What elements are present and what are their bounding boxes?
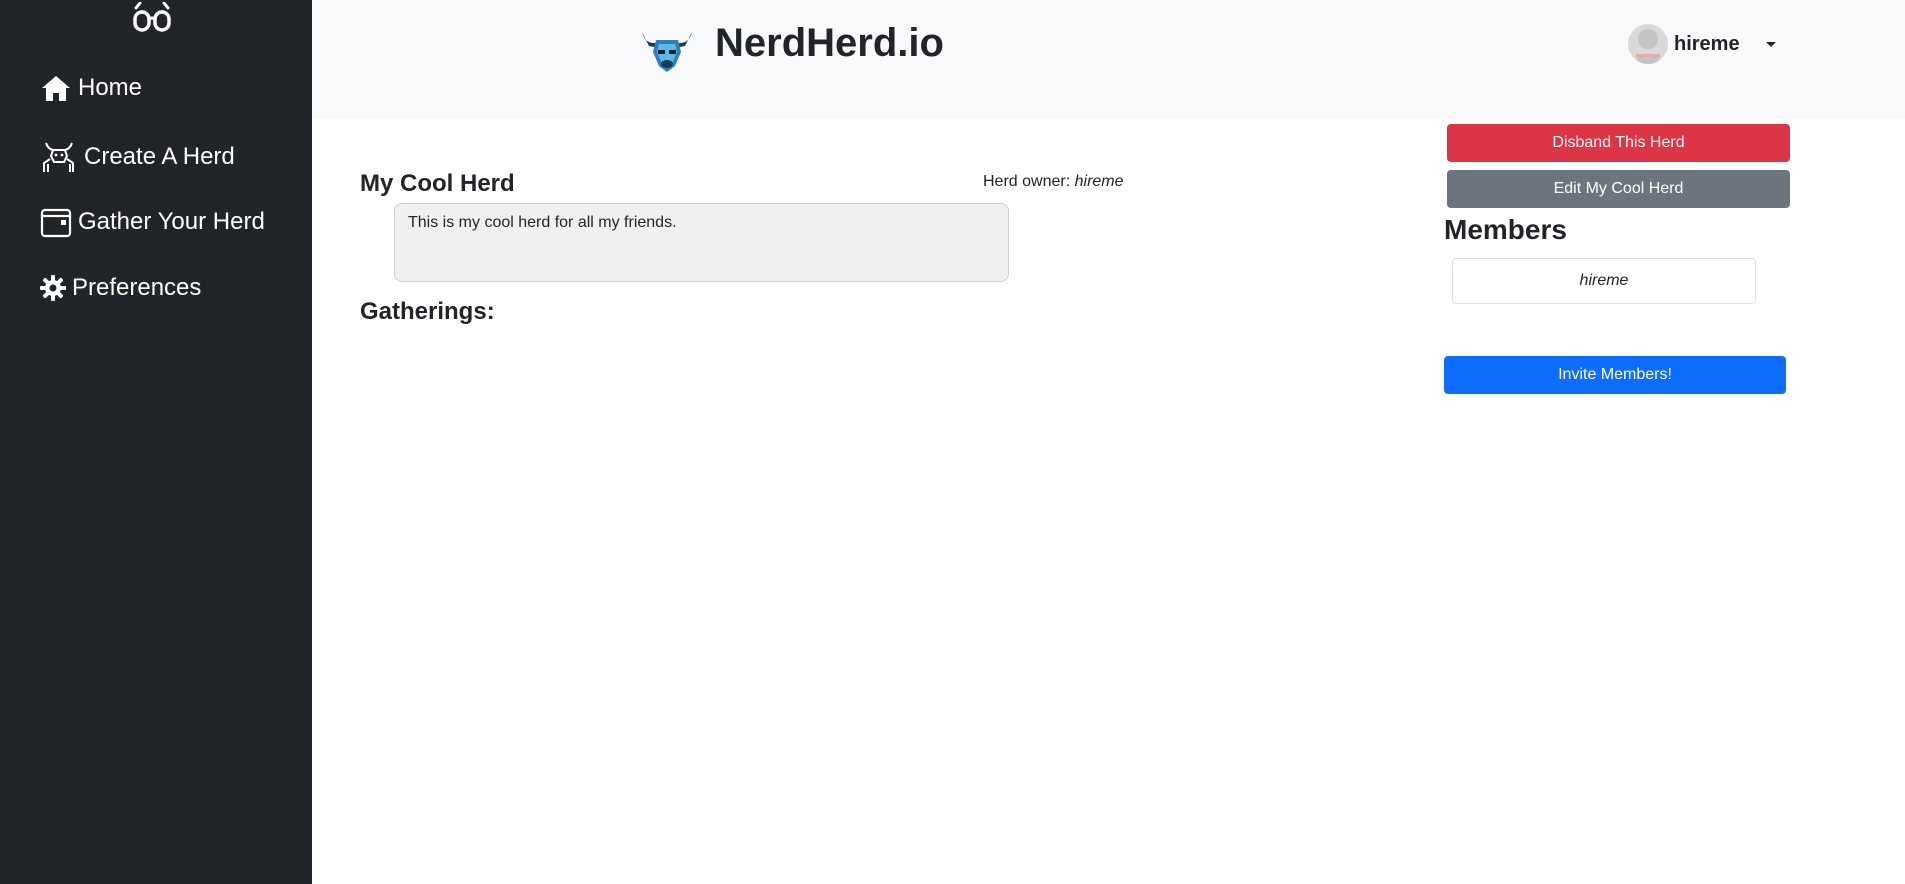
- gatherings-heading: Gatherings:: [360, 298, 495, 325]
- member-list: hireme: [1452, 258, 1756, 304]
- bull-icon: [40, 139, 78, 175]
- house-icon: [40, 74, 72, 102]
- sidebar-item-label: Gather Your Herd: [78, 208, 265, 235]
- glasses-icon[interactable]: [132, 1, 172, 36]
- gear-icon: [40, 275, 66, 301]
- sidebar-item-label: Preferences: [72, 274, 202, 301]
- members-heading: Members: [1444, 214, 1567, 245]
- avatar-icon: [1628, 24, 1668, 64]
- list-item[interactable]: hireme: [1580, 272, 1629, 290]
- sidebar-item-home[interactable]: Home: [40, 74, 142, 102]
- herd-title: My Cool Herd: [360, 170, 515, 197]
- site-title[interactable]: NerdHerd.io: [715, 21, 944, 66]
- username-label: hireme: [1674, 32, 1740, 55]
- herd-description-text: This is my cool herd for all my friends.: [408, 214, 677, 231]
- sidebar-item-create-herd[interactable]: Create A Herd: [40, 139, 235, 175]
- sidebar-item-gather-herd[interactable]: Gather Your Herd: [40, 206, 265, 238]
- invite-members-button[interactable]: Invite Members!: [1444, 356, 1786, 394]
- sidebar: Home Create A Herd Gather Your Herd Pref…: [0, 0, 312, 884]
- user-menu[interactable]: hireme: [1628, 24, 1776, 64]
- calendar-icon: [40, 206, 72, 238]
- caret-down-icon[interactable]: [1765, 41, 1776, 47]
- bull-logo-icon[interactable]: [639, 26, 695, 74]
- herd-owner-name: hireme: [1074, 173, 1124, 190]
- disband-herd-button[interactable]: Disband This Herd: [1447, 124, 1790, 162]
- herd-owner-label: Herd owner:: [983, 173, 1071, 190]
- edit-herd-button[interactable]: Edit My Cool Herd: [1447, 170, 1790, 208]
- sidebar-item-preferences[interactable]: Preferences: [40, 274, 201, 302]
- herd-owner: Herd owner: hireme: [983, 173, 1124, 191]
- sidebar-item-label: Create A Herd: [84, 143, 235, 170]
- sidebar-item-label: Home: [78, 74, 143, 101]
- top-header: NerdHerd.io hireme: [312, 0, 1905, 119]
- herd-description: This is my cool herd for all my friends.: [394, 203, 1009, 282]
